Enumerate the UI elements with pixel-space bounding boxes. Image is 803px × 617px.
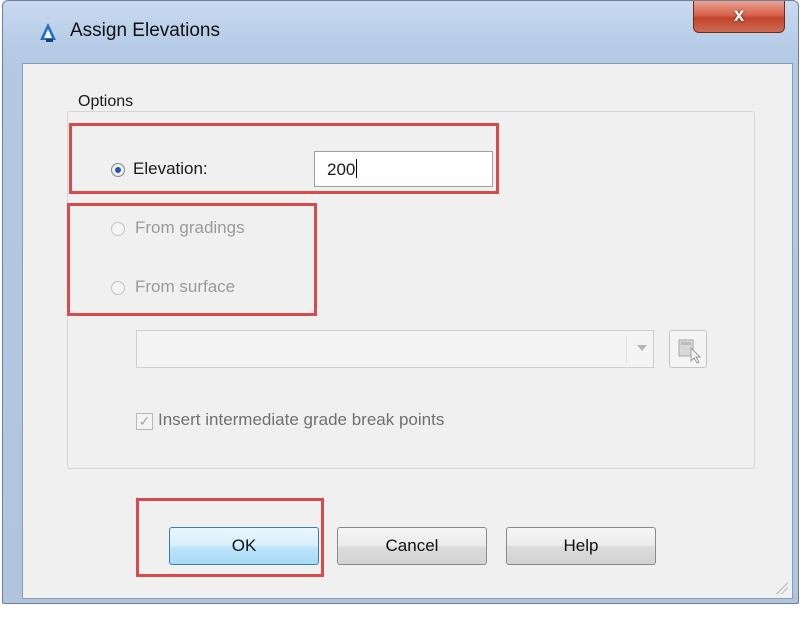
- chevron-down-icon[interactable]: [637, 345, 647, 351]
- dialog-title: Assign Elevations: [70, 20, 220, 41]
- autocad-app-icon: [40, 23, 56, 42]
- elevation-highlight-box: [69, 123, 499, 194]
- radio-options-highlight-box: [67, 203, 317, 316]
- dropdown-separator: [626, 335, 627, 363]
- close-icon: x: [733, 5, 745, 26]
- close-button[interactable]: x: [693, 1, 785, 33]
- title-bar[interactable]: Assign Elevations x: [3, 1, 798, 63]
- ok-highlight-box: [136, 498, 324, 577]
- resize-grip-icon[interactable]: [776, 582, 788, 594]
- pick-from-drawing-icon: [678, 339, 702, 364]
- cancel-button[interactable]: Cancel: [337, 527, 487, 565]
- surface-dropdown[interactable]: [136, 330, 654, 368]
- insert-breakpoints-label: Insert intermediate grade break points: [158, 410, 445, 429]
- options-group-label: Options: [74, 93, 138, 111]
- pick-surface-button[interactable]: [669, 330, 707, 368]
- insert-breakpoints-checkbox[interactable]: ✓: [136, 413, 153, 430]
- help-button[interactable]: Help: [506, 527, 656, 565]
